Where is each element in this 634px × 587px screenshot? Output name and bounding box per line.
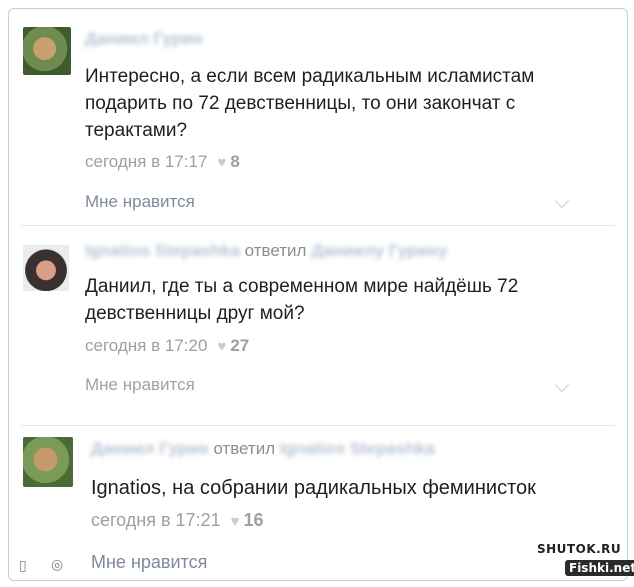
heart-icon[interactable]: ♥ xyxy=(231,513,240,530)
chevron-down-icon[interactable] xyxy=(554,377,570,393)
comment-time[interactable]: сегодня в 17:21 xyxy=(91,510,221,530)
author-name-link[interactable]: Даниил Гурин xyxy=(85,29,203,49)
bookmark-icon[interactable]: ▯ xyxy=(19,557,27,574)
like-button[interactable]: Мне нравится xyxy=(91,552,207,573)
avatar[interactable] xyxy=(23,437,73,487)
comment-author: Ignatios Stepashka ответил Даниилу Гурин… xyxy=(85,241,447,261)
comment-text: Даниил, где ты а современном мире найдёш… xyxy=(85,276,519,324)
chevron-down-icon[interactable] xyxy=(554,193,570,209)
replied-label: ответил xyxy=(244,241,307,260)
comment-text: Ignatios, на собрании радикальных фемини… xyxy=(91,477,536,499)
comment-meta: сегодня в 17:20 ♥ 27 xyxy=(85,336,249,356)
shutok-watermark: SHUTOK.RU xyxy=(537,542,622,556)
divider xyxy=(21,425,615,426)
divider xyxy=(21,225,615,226)
like-count[interactable]: 27 xyxy=(230,336,249,355)
like-button[interactable]: Мне нравится xyxy=(85,375,195,395)
comment-time[interactable]: сегодня в 17:20 xyxy=(85,336,207,355)
comment-author: Даниил Гурин ответил Ignatios Stepashka xyxy=(91,439,435,459)
heart-icon[interactable]: ♥ xyxy=(217,338,226,355)
heart-icon[interactable]: ♥ xyxy=(217,154,226,171)
comment-meta: сегодня в 17:21 ♥ 16 xyxy=(91,510,264,531)
replied-label: ответил xyxy=(213,439,276,458)
comments-panel: Даниил Гурин Интересно, а если всем ради… xyxy=(8,8,634,581)
fishki-watermark: Fishki.net xyxy=(565,560,634,576)
avatar[interactable] xyxy=(23,27,71,75)
reply-to-link[interactable]: Ignatios Stepashka xyxy=(280,439,435,459)
like-count[interactable]: 8 xyxy=(230,152,239,171)
avatar[interactable] xyxy=(23,245,69,291)
author-name-link[interactable]: Ignatios Stepashka xyxy=(85,241,240,261)
comment-time[interactable]: сегодня в 17:17 xyxy=(85,152,207,171)
author-name-link[interactable]: Даниил Гурин xyxy=(91,439,209,459)
comment-meta: сегодня в 17:17 ♥ 8 xyxy=(85,152,240,172)
like-button[interactable]: Мне нравится xyxy=(85,192,195,212)
reply-to-link[interactable]: Даниилу Гурину xyxy=(311,241,447,261)
like-count[interactable]: 16 xyxy=(244,510,264,530)
comment-author: Даниил Гурин xyxy=(85,29,203,49)
comment-text: Интересно, а если всем радикальным ислам… xyxy=(85,66,535,141)
camera-icon[interactable]: ◎ xyxy=(51,556,63,573)
